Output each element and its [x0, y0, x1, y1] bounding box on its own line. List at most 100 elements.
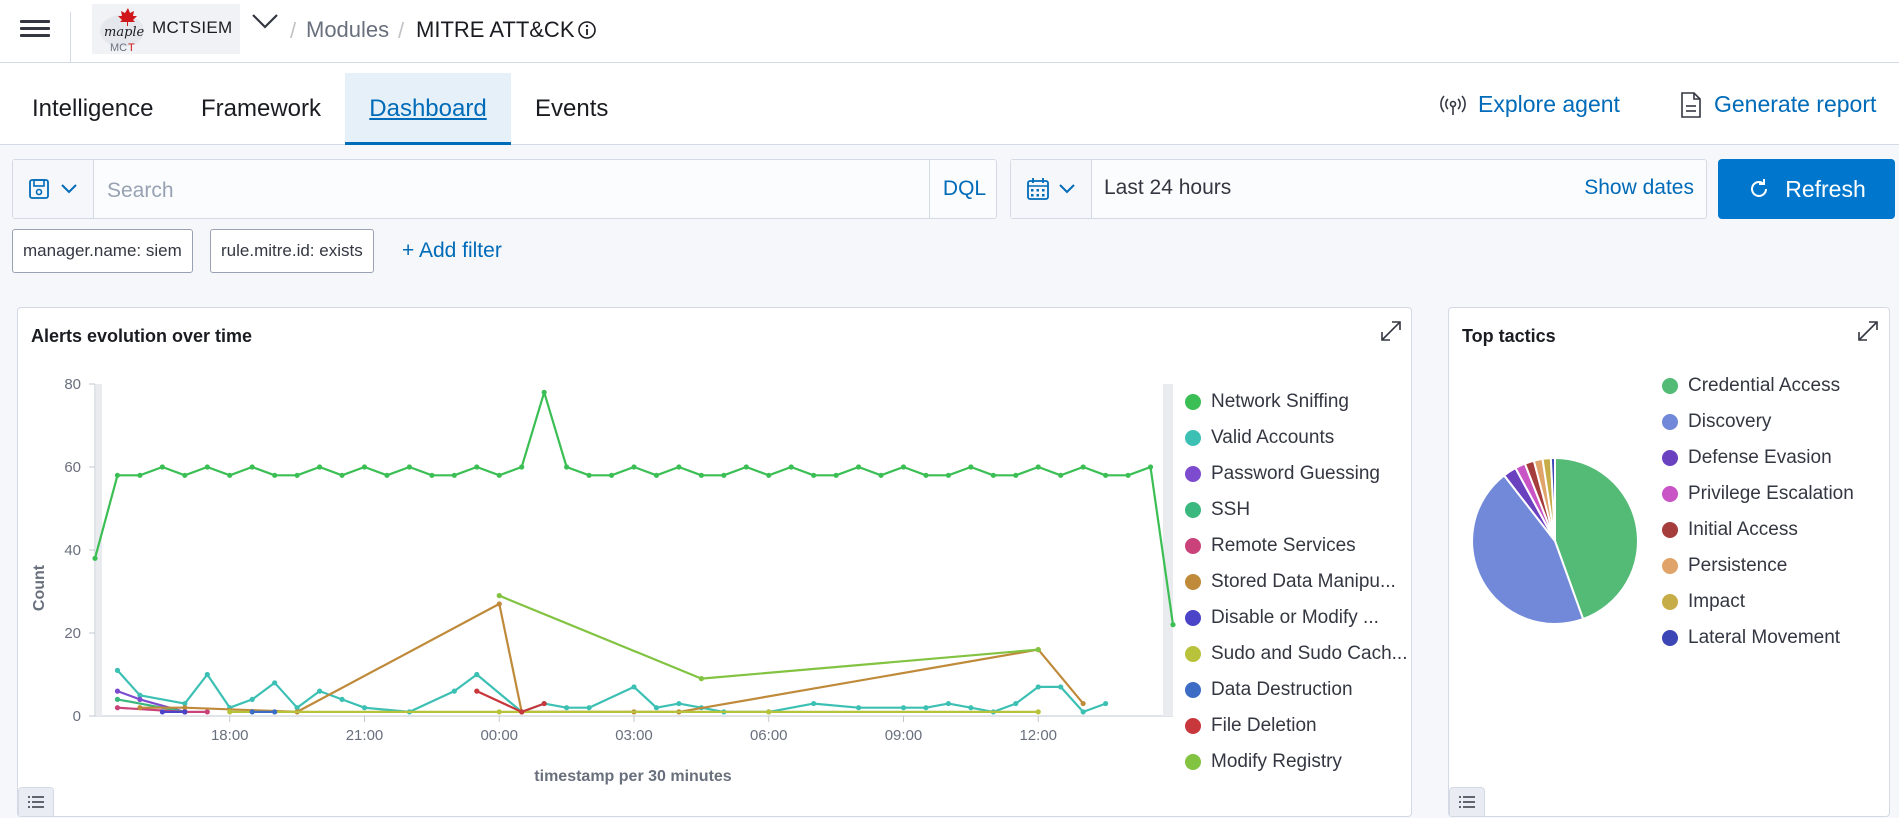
data-point[interactable] [653, 705, 660, 711]
data-point[interactable] [586, 705, 592, 711]
legend-item[interactable]: Privilege Escalation [1662, 483, 1854, 505]
data-point[interactable] [945, 700, 952, 707]
data-point[interactable] [339, 472, 345, 478]
legend-item[interactable]: Data Destruction [1185, 679, 1353, 701]
data-point[interactable] [1103, 472, 1109, 478]
legend-item[interactable]: Valid Accounts [1185, 427, 1334, 449]
data-point[interactable] [698, 676, 704, 682]
data-point[interactable] [316, 688, 323, 694]
data-point[interactable] [114, 688, 121, 694]
explore-agent-link[interactable]: Explore agent [1440, 91, 1620, 118]
data-point[interactable] [294, 472, 300, 478]
filter-pill[interactable]: rule.mitre.id: exists [210, 229, 374, 273]
data-point[interactable] [1035, 709, 1041, 715]
data-point[interactable] [1103, 700, 1109, 707]
legend-item[interactable]: Initial Access [1662, 519, 1798, 541]
data-point[interactable] [608, 472, 615, 478]
add-filter-button[interactable]: + Add filter [402, 239, 502, 263]
expand-icon[interactable] [1855, 318, 1881, 344]
data-point[interactable] [114, 705, 121, 711]
data-point[interactable] [227, 709, 233, 715]
data-point[interactable] [227, 472, 233, 478]
legend-item[interactable]: Discovery [1662, 411, 1771, 433]
data-point[interactable] [900, 705, 907, 711]
data-point[interactable] [429, 472, 435, 478]
data-point[interactable] [496, 593, 502, 599]
data-point[interactable] [1080, 709, 1086, 715]
legend-item[interactable]: SSH [1185, 499, 1250, 521]
data-point[interactable] [1080, 464, 1086, 470]
tab-events[interactable]: Events [535, 73, 608, 145]
data-point[interactable] [766, 709, 772, 715]
data-point[interactable] [564, 705, 570, 711]
tab-dashboard[interactable]: Dashboard [345, 73, 511, 145]
expand-icon[interactable] [1378, 318, 1404, 344]
data-point[interactable] [541, 700, 547, 707]
data-point[interactable] [653, 472, 660, 478]
data-point[interactable] [159, 709, 165, 715]
data-point[interactable] [159, 464, 165, 470]
data-point[interactable] [384, 472, 390, 478]
data-point[interactable] [631, 464, 637, 470]
data-point[interactable] [474, 671, 480, 678]
menu-icon[interactable] [20, 16, 50, 44]
data-point[interactable] [451, 688, 457, 694]
data-point[interactable] [316, 464, 323, 470]
data-point[interactable] [1013, 472, 1019, 478]
data-point[interactable] [1170, 622, 1176, 628]
legend-item[interactable]: Impact [1662, 591, 1745, 613]
legend-item[interactable]: Persistence [1662, 555, 1787, 577]
saved-queries-button[interactable] [13, 160, 94, 218]
data-point[interactable] [541, 389, 547, 395]
legend-item[interactable]: Remote Services [1185, 535, 1356, 557]
generate-report-link[interactable]: Generate report [1680, 91, 1876, 118]
legend-toggle-icon[interactable] [18, 787, 54, 816]
data-point[interactable] [361, 464, 368, 470]
data-point[interactable] [519, 709, 525, 715]
data-point[interactable] [990, 472, 996, 478]
data-point[interactable] [474, 688, 480, 694]
info-icon[interactable] [577, 20, 597, 40]
data-point[interactable] [743, 464, 749, 470]
data-point[interactable] [811, 472, 817, 478]
data-point[interactable] [137, 472, 143, 478]
legend-item[interactable]: Sudo and Sudo Cach... [1185, 643, 1407, 665]
data-point[interactable] [339, 696, 345, 702]
data-point[interactable] [114, 696, 121, 702]
data-point[interactable] [968, 705, 974, 711]
filter-pill[interactable]: manager.name: siem [12, 229, 193, 273]
data-point[interactable] [878, 472, 884, 478]
data-point[interactable] [474, 464, 480, 470]
data-point[interactable] [182, 472, 188, 478]
data-point[interactable] [451, 472, 457, 478]
data-point[interactable] [923, 705, 929, 711]
data-point[interactable] [406, 464, 413, 470]
show-dates-link[interactable]: Show dates [1584, 176, 1694, 200]
legend-item[interactable]: Disable or Modify ... [1185, 607, 1379, 629]
data-point[interactable] [766, 472, 772, 478]
legend-item[interactable]: Credential Access [1662, 375, 1840, 397]
legend-item[interactable]: Lateral Movement [1662, 627, 1840, 649]
data-point[interactable] [1058, 684, 1064, 690]
data-point[interactable] [361, 705, 368, 711]
data-point[interactable] [519, 464, 525, 470]
legend-item[interactable]: Modify Registry [1185, 751, 1342, 773]
data-point[interactable] [1035, 464, 1041, 470]
data-point[interactable] [586, 472, 592, 478]
data-point[interactable] [968, 464, 974, 470]
data-point[interactable] [272, 680, 278, 686]
data-point[interactable] [137, 696, 143, 702]
tab-framework[interactable]: Framework [201, 73, 321, 145]
dql-toggle[interactable]: DQL [929, 160, 999, 218]
data-point[interactable] [114, 667, 121, 673]
tab-intelligence[interactable]: Intelligence [32, 73, 153, 145]
date-range-label[interactable]: Last 24 hours [1104, 176, 1231, 200]
legend-toggle-icon[interactable] [1449, 787, 1485, 816]
data-point[interactable] [204, 671, 210, 678]
data-point[interactable] [855, 705, 862, 711]
data-point[interactable] [496, 709, 502, 715]
legend-item[interactable]: Stored Data Manipu... [1185, 571, 1396, 593]
data-point[interactable] [272, 709, 278, 715]
data-point[interactable] [923, 472, 929, 478]
legend-item[interactable]: Defense Evasion [1662, 447, 1832, 469]
